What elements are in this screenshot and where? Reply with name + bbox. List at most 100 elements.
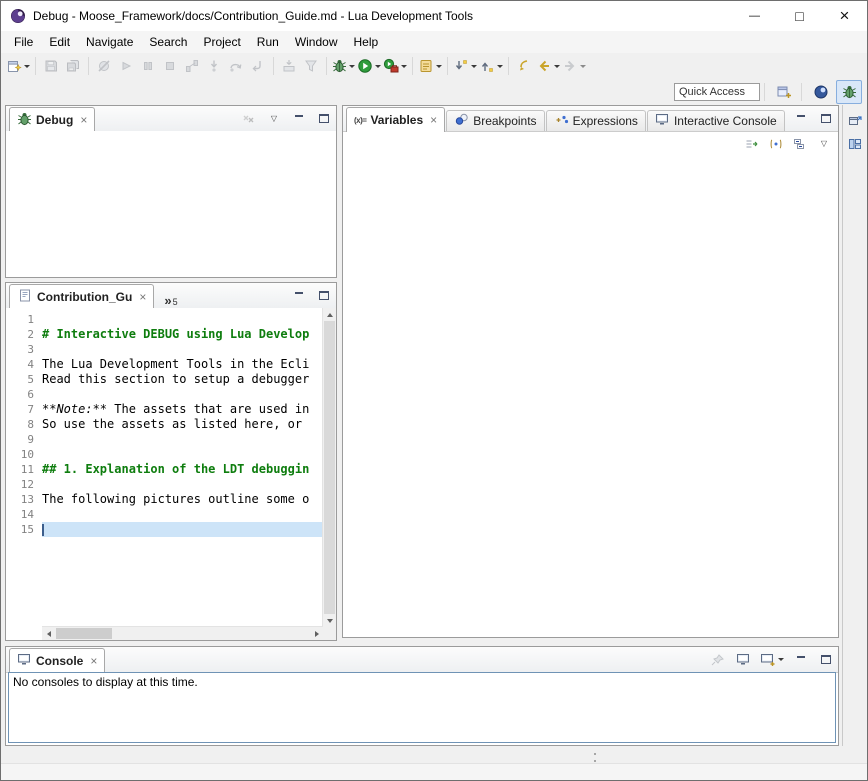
previous-annotation-icon[interactable] xyxy=(478,55,504,77)
open-task-dropdown-icon[interactable] xyxy=(436,65,442,68)
tab-variables[interactable]: (x)= Variables xyxy=(346,107,445,132)
code-line[interactable]: ## 1. Explanation of the LDT debuggin xyxy=(42,462,323,477)
external-tools-icon[interactable] xyxy=(382,55,408,77)
menu-file[interactable]: File xyxy=(6,31,41,53)
tab-close-icon[interactable] xyxy=(427,113,437,127)
maximize-view-icon[interactable] xyxy=(315,110,333,128)
vertical-scroll-thumb[interactable] xyxy=(324,321,335,614)
menu-search[interactable]: Search xyxy=(141,31,195,53)
view-menu-icon[interactable] xyxy=(815,135,833,153)
restore-minimized-view-icon[interactable] xyxy=(846,111,864,129)
new-wizard-dropdown-icon[interactable] xyxy=(24,65,30,68)
view-menu-icon[interactable] xyxy=(265,110,283,128)
step-over-icon xyxy=(225,55,247,77)
maximize-view-icon[interactable] xyxy=(817,651,835,669)
code-line[interactable] xyxy=(42,342,323,357)
menu-run[interactable]: Run xyxy=(249,31,287,53)
menu-navigate[interactable]: Navigate xyxy=(78,31,141,53)
display-selected-console-icon[interactable] xyxy=(734,651,752,669)
code-area[interactable]: # Interactive DEBUG using Lua Develop The… xyxy=(42,308,323,627)
menu-window[interactable]: Window xyxy=(287,31,346,53)
debug-view-panel: Debug xyxy=(5,105,337,278)
maximize-view-icon[interactable] xyxy=(315,287,333,305)
tab-close-icon[interactable] xyxy=(77,113,87,127)
code-line[interactable]: **Note:** The assets that are used in xyxy=(42,402,323,417)
code-line[interactable] xyxy=(42,507,323,522)
show-type-names-icon[interactable] xyxy=(767,135,785,153)
resume-icon xyxy=(115,55,137,77)
run-icon[interactable] xyxy=(356,55,382,77)
tab-interactive-console[interactable]: Interactive Console xyxy=(647,110,785,131)
scroll-left-icon[interactable] xyxy=(42,627,55,640)
hidden-editors-chevron[interactable]: 5 xyxy=(159,287,182,308)
open-task-icon[interactable] xyxy=(417,55,443,77)
show-logical-structure-icon[interactable] xyxy=(743,135,761,153)
minimize-view-icon[interactable] xyxy=(290,110,308,128)
code-line[interactable]: # Interactive DEBUG using Lua Develop xyxy=(42,327,323,342)
toolbar-separator xyxy=(273,57,274,75)
minimize-view-icon[interactable] xyxy=(290,287,308,305)
menu-project[interactable]: Project xyxy=(195,31,248,53)
minimize-view-icon[interactable] xyxy=(792,110,810,128)
editor-horizontal-scrollbar[interactable] xyxy=(42,626,323,640)
forward-dropdown-icon[interactable] xyxy=(580,65,586,68)
code-line[interactable] xyxy=(42,522,323,537)
new-wizard-icon[interactable] xyxy=(5,55,31,77)
scroll-down-icon[interactable] xyxy=(323,614,336,627)
debug-dropdown-icon[interactable] xyxy=(349,65,355,68)
console-controls xyxy=(709,647,835,672)
open-perspective-icon[interactable] xyxy=(771,80,797,104)
step-into-icon xyxy=(203,55,225,77)
next-annotation-icon[interactable] xyxy=(452,55,478,77)
horizontal-scroll-thumb[interactable] xyxy=(56,628,112,639)
tab-debug[interactable]: Debug xyxy=(9,107,95,132)
code-line[interactable] xyxy=(42,312,323,327)
editor-vertical-scrollbar[interactable] xyxy=(322,308,336,627)
app-logo-icon[interactable] xyxy=(10,8,26,24)
next-annotation-dropdown-icon[interactable] xyxy=(471,65,477,68)
expressions-icon xyxy=(554,113,569,129)
tab-breakpoints[interactable]: Breakpoints xyxy=(446,110,544,131)
tab-console[interactable]: Console xyxy=(9,648,105,673)
run-dropdown-icon[interactable] xyxy=(375,65,381,68)
ldt-perspective-icon[interactable] xyxy=(808,80,834,104)
menu-edit[interactable]: Edit xyxy=(41,31,78,53)
quick-access-input[interactable] xyxy=(674,83,760,101)
code-line[interactable] xyxy=(42,477,323,492)
code-line[interactable]: So use the assets as listed here, or xyxy=(42,417,323,432)
titlebar: Debug - Moose_Framework/docs/Contributio… xyxy=(1,1,867,31)
collapse-all-icon[interactable] xyxy=(791,135,809,153)
window-minimize-button[interactable] xyxy=(732,1,777,31)
open-console-icon[interactable] xyxy=(759,651,785,669)
minimized-view-icon[interactable] xyxy=(846,135,864,153)
open-console-dropdown-icon[interactable] xyxy=(778,658,784,661)
tab-close-icon[interactable] xyxy=(136,290,146,304)
code-line[interactable] xyxy=(42,447,323,462)
code-line[interactable]: The following pictures outline some o xyxy=(42,492,323,507)
scroll-right-icon[interactable] xyxy=(310,627,323,640)
previous-annotation-dropdown-icon[interactable] xyxy=(497,65,503,68)
debug-icon[interactable] xyxy=(331,55,356,77)
maximize-view-icon[interactable] xyxy=(817,110,835,128)
variables-panel: (x)= Variables Breakpoints Expressions xyxy=(342,105,839,638)
external-tools-dropdown-icon[interactable] xyxy=(401,65,407,68)
code-line[interactable]: The Lua Development Tools in the Ecli xyxy=(42,357,323,372)
tab-expressions[interactable]: Expressions xyxy=(546,110,646,131)
code-line[interactable] xyxy=(42,432,323,447)
debug-perspective-icon[interactable] xyxy=(836,80,862,104)
line-number-ruler[interactable]: 123456789101112131415 xyxy=(6,308,42,627)
back-icon[interactable] xyxy=(535,55,561,77)
scroll-up-icon[interactable] xyxy=(323,308,336,321)
use-step-filters-icon xyxy=(300,55,322,77)
minimize-view-icon[interactable] xyxy=(792,651,810,669)
window-maximize-button[interactable] xyxy=(777,1,822,31)
window-close-button[interactable] xyxy=(822,1,867,31)
back-dropdown-icon[interactable] xyxy=(554,65,560,68)
tab-close-icon[interactable] xyxy=(87,654,97,668)
code-line[interactable] xyxy=(42,387,323,402)
toolbar-separator xyxy=(88,57,89,75)
menu-help[interactable]: Help xyxy=(346,31,387,53)
tab-contribution-guide[interactable]: Contribution_Gu xyxy=(9,284,154,309)
last-edit-location-icon[interactable] xyxy=(513,55,535,77)
code-line[interactable]: Read this section to setup a debugger xyxy=(42,372,323,387)
